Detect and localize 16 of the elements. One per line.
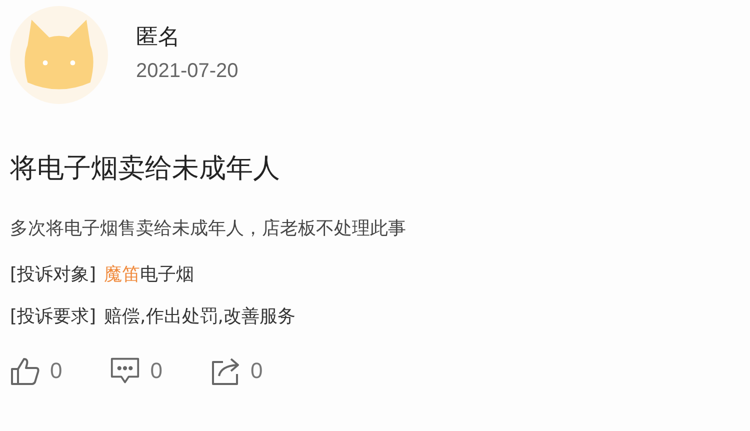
complaint-description: 多次将电子烟售卖给未成年人，店老板不处理此事 <box>10 217 407 240</box>
comment-icon[interactable] <box>110 356 140 386</box>
merchant-link[interactable]: 魔笛 <box>104 262 140 286</box>
post-date: 2021-07-20 <box>136 60 238 82</box>
action-count: 0 <box>250 358 263 384</box>
field-label: [投诉对象] <box>10 263 96 286</box>
field-value: 赔偿,作出处罚,改善服务 <box>104 305 296 328</box>
complaint-title: 将电子烟卖给未成年人 <box>10 152 281 186</box>
field-value: 电子烟 <box>140 263 194 286</box>
action-count: 0 <box>150 358 162 384</box>
author-name: 匿名 <box>136 24 181 52</box>
field-label: [投诉要求] <box>10 305 96 328</box>
action-count: 0 <box>50 358 62 384</box>
cat-avatar-icon <box>10 6 108 104</box>
share-icon[interactable] <box>210 356 240 386</box>
thumbs-up-icon[interactable] <box>10 356 40 386</box>
